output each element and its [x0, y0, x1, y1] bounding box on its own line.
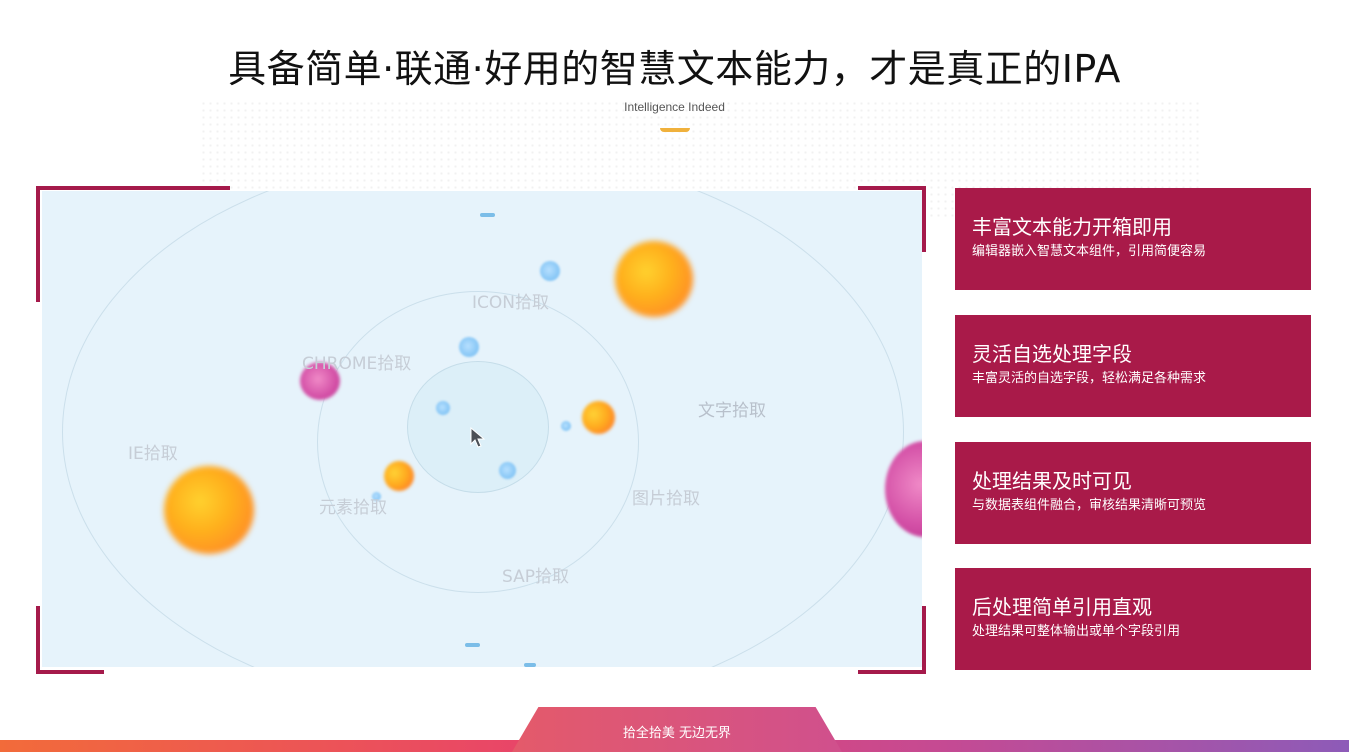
feature-card-4: 后处理简单引用直观 处理结果可整体输出或单个字段引用 [955, 568, 1311, 670]
orange-bubble-top [615, 241, 693, 317]
blue-dot-4 [499, 462, 516, 479]
feature-card-2: 灵活自选处理字段 丰富灵活的自选字段，轻松满足各种需求 [955, 315, 1311, 417]
blue-dash-top [480, 213, 495, 217]
orange-bubble-left [164, 466, 254, 554]
page-title: 具备简单·联通·好用的智慧文本能力，才是真正的IPA [228, 47, 1121, 91]
watermark: @51CTO博客 [1260, 726, 1335, 740]
blue-dot-3 [436, 401, 450, 415]
label-icon-capture: ICON拾取 [472, 293, 549, 313]
page-subtitle: Intelligence Indeed [624, 100, 725, 114]
feature-title: 后处理简单引用直观 [972, 595, 1152, 619]
mouse-cursor-icon [470, 427, 486, 448]
blue-dot-1 [540, 261, 560, 281]
feature-card-3: 处理结果及时可见 与数据表组件融合，审核结果清晰可预览 [955, 442, 1311, 544]
feature-title: 灵活自选处理字段 [972, 342, 1132, 366]
label-text-capture: 文字拾取 [698, 401, 766, 421]
orange-bubble-small-left [384, 461, 414, 491]
blue-dash-bottom [465, 643, 480, 647]
feature-desc: 处理结果可整体输出或单个字段引用 [972, 624, 1181, 639]
subtitle-accent [660, 128, 690, 132]
label-image-capture: 图片拾取 [632, 489, 700, 509]
feature-desc: 丰富灵活的自选字段，轻松满足各种需求 [972, 371, 1207, 386]
blue-dash-bottom-2 [524, 663, 536, 667]
feature-title: 丰富文本能力开箱即用 [972, 215, 1172, 239]
blue-dot-2 [459, 337, 479, 357]
footer-slogan: 拾全拾美 无边无界 [622, 726, 732, 741]
feature-title: 处理结果及时可见 [972, 469, 1132, 493]
capture-demo-stage: ICON拾取 CHROME拾取 文字拾取 IE拾取 元素拾取 图片拾取 SAP拾… [42, 191, 922, 667]
orange-bubble-small-right [582, 401, 615, 434]
blue-dot-5 [561, 421, 571, 431]
label-ie-capture: IE拾取 [128, 444, 178, 464]
label-chrome-capture: CHROME拾取 [302, 354, 412, 374]
label-element-capture: 元素拾取 [319, 498, 387, 518]
feature-desc: 编辑器嵌入智慧文本组件，引用简便容易 [972, 244, 1207, 259]
feature-desc: 与数据表组件融合，审核结果清晰可预览 [972, 498, 1207, 513]
feature-card-1: 丰富文本能力开箱即用 编辑器嵌入智慧文本组件，引用简便容易 [955, 188, 1311, 290]
label-sap-capture: SAP拾取 [502, 567, 569, 587]
